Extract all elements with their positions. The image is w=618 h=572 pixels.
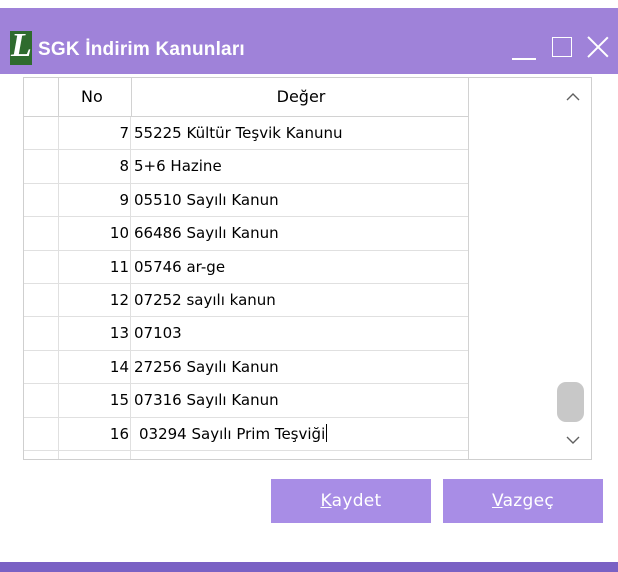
row-indicator[interactable] bbox=[24, 350, 59, 384]
text-caret bbox=[326, 423, 328, 442]
row-value[interactable]: 27256 Sayılı Kanun bbox=[133, 351, 279, 383]
row-indicator[interactable] bbox=[24, 283, 59, 317]
row-indicator[interactable] bbox=[24, 417, 59, 450]
minimize-icon[interactable] bbox=[512, 32, 536, 62]
row-value-text[interactable]: 03294 Sayılı Prim Teşviği bbox=[139, 425, 325, 443]
row-indicator[interactable] bbox=[24, 450, 59, 459]
row-indicator-header bbox=[24, 78, 59, 116]
row-number[interactable]: 10 bbox=[59, 217, 131, 250]
close-icon[interactable] bbox=[586, 32, 610, 62]
row-value-editor[interactable]: 03294 Sayılı Prim Teşviği bbox=[133, 418, 328, 450]
row-indicator[interactable] bbox=[24, 317, 59, 350]
scroll-thumb[interactable] bbox=[557, 382, 584, 422]
table-row[interactable]: 13 07103 bbox=[24, 317, 468, 351]
row-number[interactable]: 9 bbox=[59, 183, 131, 217]
table-row[interactable]: 7 55225 Kültür Teşvik Kanunu bbox=[24, 117, 468, 151]
row-indicator[interactable] bbox=[24, 217, 59, 250]
window-title: SGK İndirim Kanunları bbox=[38, 39, 245, 60]
table-row[interactable]: 10 66486 Sayılı Kanun bbox=[24, 217, 468, 251]
scroll-down-icon[interactable] bbox=[554, 421, 591, 459]
column-header-deger[interactable]: Değer bbox=[133, 78, 469, 116]
maximize-icon[interactable] bbox=[551, 32, 575, 62]
row-number[interactable]: 8 bbox=[59, 150, 131, 183]
data-grid[interactable]: No Değer 7 55225 Kültür Teşvik Kanunu 8 … bbox=[23, 77, 592, 460]
row-value[interactable]: 66486 Sayılı Kanun bbox=[133, 217, 279, 249]
row-number[interactable]: 16 bbox=[59, 417, 131, 450]
row-number[interactable]: 12 bbox=[59, 283, 131, 317]
grid-header: No Değer bbox=[24, 78, 468, 117]
window-top-edge bbox=[0, 0, 618, 8]
table-row-new[interactable] bbox=[24, 450, 468, 459]
save-button[interactable]: Kaydet bbox=[271, 479, 431, 523]
row-value[interactable]: 05746 ar-ge bbox=[133, 251, 225, 283]
column-header-no[interactable]: No bbox=[59, 78, 132, 116]
row-indicator[interactable] bbox=[24, 384, 59, 417]
row-value[interactable]: 55225 Kültür Teşvik Kanunu bbox=[133, 117, 343, 149]
app-logo-icon: L bbox=[10, 27, 32, 65]
row-value[interactable]: 07103 bbox=[133, 317, 182, 349]
row-indicator[interactable] bbox=[24, 150, 59, 183]
grid-rows: 7 55225 Kültür Teşvik Kanunu 8 5+6 Hazin… bbox=[24, 117, 468, 459]
row-indicator[interactable] bbox=[24, 183, 59, 217]
row-value[interactable]: 05510 Sayılı Kanun bbox=[133, 184, 279, 216]
table-row[interactable]: 12 07252 sayılı kanun bbox=[24, 283, 468, 318]
row-number[interactable]: 14 bbox=[59, 350, 131, 384]
row-number[interactable]: 7 bbox=[59, 117, 131, 150]
row-value[interactable]: 07316 Sayılı Kanun bbox=[133, 384, 279, 416]
vertical-scrollbar[interactable] bbox=[554, 78, 591, 459]
cancel-button[interactable]: Vazgeç bbox=[443, 479, 603, 523]
table-row[interactable]: 11 05746 ar-ge bbox=[24, 250, 468, 284]
table-row[interactable]: 15 07316 Sayılı Kanun bbox=[24, 384, 468, 418]
row-indicator[interactable] bbox=[24, 117, 59, 150]
row-indicator[interactable] bbox=[24, 250, 59, 283]
row-value[interactable]: 07252 sayılı kanun bbox=[133, 284, 276, 316]
row-value[interactable]: 5+6 Hazine bbox=[133, 150, 222, 182]
row-number[interactable] bbox=[59, 450, 131, 459]
table-row[interactable]: 9 05510 Sayılı Kanun bbox=[24, 183, 468, 218]
scroll-up-icon[interactable] bbox=[554, 78, 591, 116]
table-row-editing[interactable]: 16 03294 Sayılı Prim Teşviği bbox=[24, 417, 468, 451]
row-number[interactable]: 13 bbox=[59, 317, 131, 350]
grid-right-border bbox=[468, 78, 469, 459]
row-number[interactable]: 11 bbox=[59, 250, 131, 283]
bottom-edge bbox=[0, 562, 618, 572]
row-number[interactable]: 15 bbox=[59, 384, 131, 417]
table-row[interactable]: 14 27256 Sayılı Kanun bbox=[24, 350, 468, 385]
title-bar[interactable]: L SGK İndirim Kanunları bbox=[0, 8, 618, 74]
table-row[interactable]: 8 5+6 Hazine bbox=[24, 150, 468, 184]
